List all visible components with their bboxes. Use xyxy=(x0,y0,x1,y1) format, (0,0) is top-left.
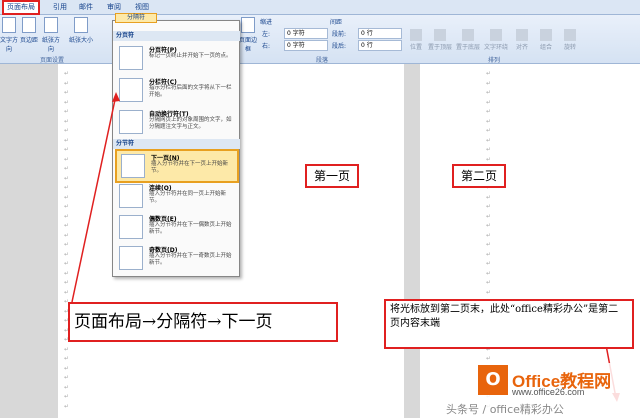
arrowhead-up-icon xyxy=(112,92,120,102)
cursor-note: 将光标放到第二页末，此处“office精彩办公”是第二页内容末端 xyxy=(384,299,634,349)
office-logo-icon: O xyxy=(478,365,508,395)
page-one-label: 第一页 xyxy=(305,164,359,188)
arrow-to-menu xyxy=(71,94,117,303)
watermark: O Office教程网 www.office26.com 头条号 / offic… xyxy=(444,363,638,416)
instruction-callout: 页面布局→分隔符→下一页 xyxy=(68,302,338,342)
page-two-label: 第二页 xyxy=(452,164,506,188)
watermark-url: www.office26.com xyxy=(512,387,585,397)
annotation-arrows xyxy=(71,92,620,402)
watermark-credit: 头条号 / office精彩办公 xyxy=(446,403,564,416)
